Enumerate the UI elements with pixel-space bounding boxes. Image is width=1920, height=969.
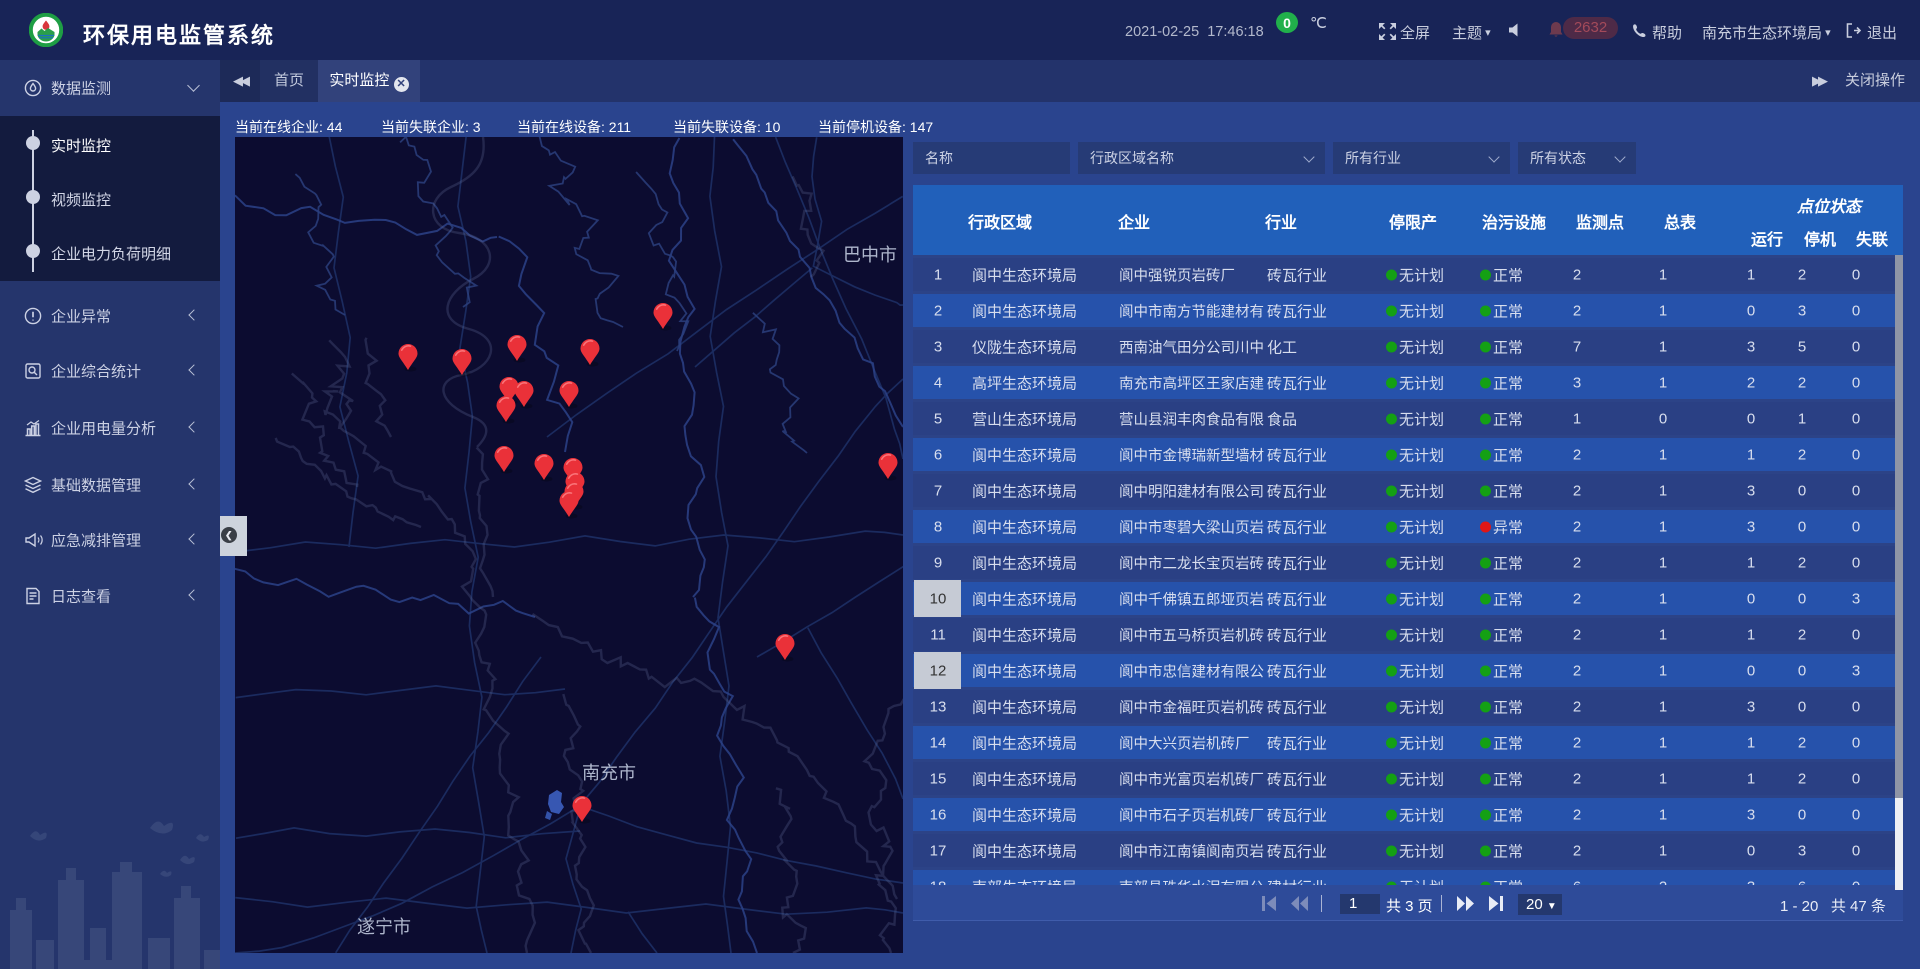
svg-text:南充市: 南充市 <box>582 763 636 783</box>
svg-text:巴中市: 巴中市 <box>843 245 897 265</box>
svg-text:遂宁市: 遂宁市 <box>357 917 411 937</box>
